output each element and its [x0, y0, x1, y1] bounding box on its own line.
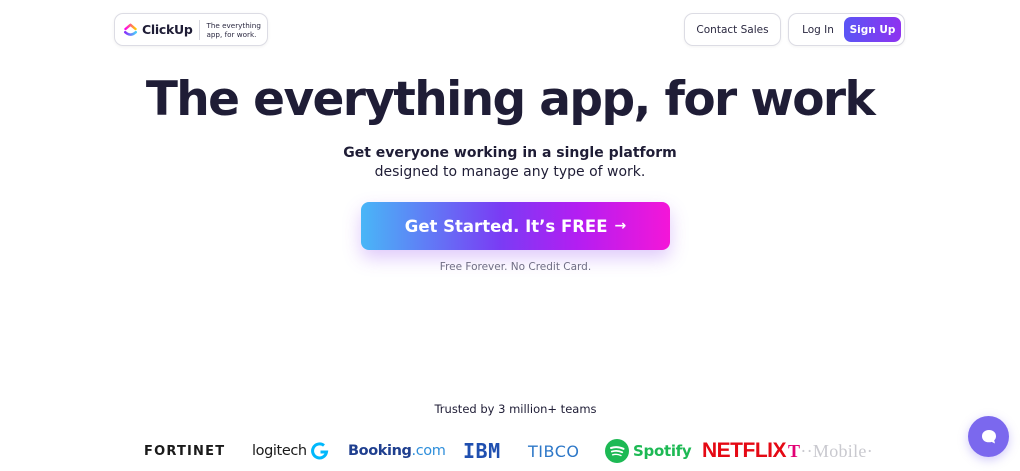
chat-widget-button[interactable] [968, 416, 1009, 457]
booking-logo: Booking .com [348, 436, 446, 466]
booking-suffix: .com [411, 443, 446, 459]
contact-sales-button[interactable]: Contact Sales [684, 13, 781, 46]
chat-bubble-icon [981, 429, 996, 443]
brand-name: ClickUp [142, 22, 193, 37]
logitech-wordmark: logitech [252, 443, 307, 459]
hero-title: The everything app, for work [145, 72, 876, 127]
logitech-logo: logitech [252, 436, 329, 466]
signup-button[interactable]: Sign Up [844, 17, 901, 42]
tmobile-logo: T ··Mobile· [788, 436, 873, 466]
brand-logo[interactable]: ClickUp The everything app, for work. [114, 13, 268, 46]
spotify-logo: Spotify [605, 436, 692, 466]
ibm-logo: IBM [463, 439, 501, 463]
brand-tagline: The everything app, for work. [206, 20, 261, 39]
clickup-logo-icon [123, 22, 138, 37]
fortinet-logo: FORTINET [144, 443, 226, 459]
logitech-g-icon [310, 442, 328, 460]
logo-divider [199, 19, 201, 40]
booking-wordmark: Booking [348, 443, 412, 459]
netflix-logo: NETFLIX [702, 439, 787, 462]
get-started-label: Get Started. It’s FREE [404, 216, 608, 236]
spotify-wordmark: Spotify [633, 442, 692, 460]
login-button[interactable]: Log In [792, 24, 844, 36]
spotify-icon [605, 439, 629, 463]
hero-subtitle-line1: Get everyone working in a single platfor… [343, 145, 677, 161]
customer-logos: FORTINET logitech Booking .com IBM TIBCO … [0, 436, 1020, 466]
get-started-button[interactable]: Get Started. It’s FREE → [361, 202, 670, 250]
tmobile-t: T [788, 440, 801, 461]
tmobile-wordmark: ··Mobile· [800, 440, 873, 461]
hero-subtitle-line2: designed to manage any type of work. [374, 164, 646, 180]
auth-group: Log In Sign Up [788, 13, 905, 46]
arrow-right-icon: → [614, 218, 627, 234]
trusted-heading: Trusted by 3 million+ teams [434, 402, 597, 416]
tibco-logo: TIBCO [528, 441, 580, 461]
cta-note: Free Forever. No Credit Card. [439, 261, 592, 273]
